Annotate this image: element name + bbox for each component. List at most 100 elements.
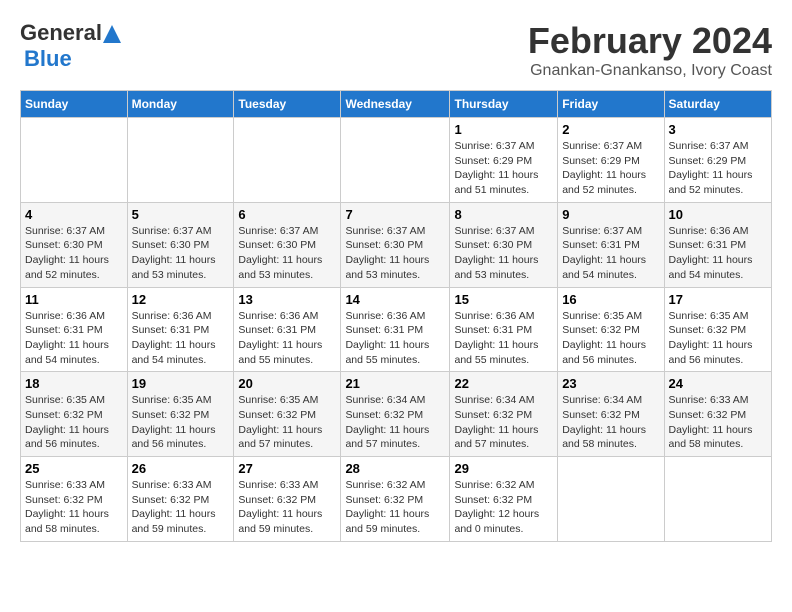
day-number: 29 xyxy=(454,461,553,476)
day-info: Sunrise: 6:35 AM Sunset: 6:32 PM Dayligh… xyxy=(238,393,336,452)
calendar-week-row: 25Sunrise: 6:33 AM Sunset: 6:32 PM Dayli… xyxy=(21,457,772,542)
calendar-cell: 6Sunrise: 6:37 AM Sunset: 6:30 PM Daylig… xyxy=(234,202,341,287)
weekday-header-cell: Thursday xyxy=(450,91,558,118)
calendar-cell: 9Sunrise: 6:37 AM Sunset: 6:31 PM Daylig… xyxy=(558,202,664,287)
day-info: Sunrise: 6:34 AM Sunset: 6:32 PM Dayligh… xyxy=(562,393,659,452)
calendar-cell: 21Sunrise: 6:34 AM Sunset: 6:32 PM Dayli… xyxy=(341,372,450,457)
day-info: Sunrise: 6:37 AM Sunset: 6:29 PM Dayligh… xyxy=(669,139,767,198)
day-number: 6 xyxy=(238,207,336,222)
calendar-cell: 19 Sunrise: 6:35 AM Sunset: 6:32 PM Dayli… xyxy=(127,372,234,457)
day-info: Sunrise: 6:37 AM Sunset: 6:30 PM Dayligh… xyxy=(132,224,230,283)
calendar-table: SundayMondayTuesdayWednesdayThursdayFrid… xyxy=(20,90,772,542)
logo: General Blue xyxy=(20,20,121,72)
day-info: Sunrise: 6:37 AM Sunset: 6:29 PM Dayligh… xyxy=(562,139,659,198)
weekday-header-cell: Sunday xyxy=(21,91,128,118)
calendar-cell: 25Sunrise: 6:33 AM Sunset: 6:32 PM Dayli… xyxy=(21,457,128,542)
day-info: Sunrise: 6:32 AM Sunset: 6:32 PM Dayligh… xyxy=(454,478,553,537)
day-number: 27 xyxy=(238,461,336,476)
day-info: Sunrise: 6:37 AM Sunset: 6:30 PM Dayligh… xyxy=(454,224,553,283)
day-info: Sunrise: 6:34 AM Sunset: 6:32 PM Dayligh… xyxy=(454,393,553,452)
day-info: Sunrise: 6:34 AM Sunset: 6:32 PM Dayligh… xyxy=(345,393,445,452)
calendar-cell: 17Sunrise: 6:35 AM Sunset: 6:32 PM Dayli… xyxy=(664,287,771,372)
day-info: Sunrise: 6:36 AM Sunset: 6:31 PM Dayligh… xyxy=(25,309,123,368)
day-info: Sunrise: 6:35 AM Sunset: 6:32 PM Dayligh… xyxy=(25,393,123,452)
day-info: Sunrise: 6:36 AM Sunset: 6:31 PM Dayligh… xyxy=(238,309,336,368)
title-area: February 2024 Gnankan-Gnankanso, Ivory C… xyxy=(528,20,772,80)
day-number: 18 xyxy=(25,376,123,391)
day-number: 1 xyxy=(454,122,553,137)
calendar-cell: 22 Sunrise: 6:34 AM Sunset: 6:32 PM Dayli… xyxy=(450,372,558,457)
day-number: 9 xyxy=(562,207,659,222)
day-info: Sunrise: 6:33 AM Sunset: 6:32 PM Dayligh… xyxy=(669,393,767,452)
day-number: 15 xyxy=(454,292,553,307)
calendar-cell: 14 Sunrise: 6:36 AM Sunset: 6:31 PM Dayli… xyxy=(341,287,450,372)
day-info: Sunrise: 6:35 AM Sunset: 6:32 PM Dayligh… xyxy=(562,309,659,368)
day-number: 5 xyxy=(132,207,230,222)
day-info: Sunrise: 6:36 AM Sunset: 6:31 PM Dayligh… xyxy=(669,224,767,283)
calendar-cell: 2 Sunrise: 6:37 AM Sunset: 6:29 PM Daylig… xyxy=(558,118,664,203)
calendar-body: 1 Sunrise: 6:37 AM Sunset: 6:29 PM Daylig… xyxy=(21,118,772,542)
day-number: 19 xyxy=(132,376,230,391)
day-info: Sunrise: 6:33 AM Sunset: 6:32 PM Dayligh… xyxy=(25,478,123,537)
day-info: Sunrise: 6:33 AM Sunset: 6:32 PM Dayligh… xyxy=(238,478,336,537)
calendar-cell: 28Sunrise: 6:32 AM Sunset: 6:32 PM Dayli… xyxy=(341,457,450,542)
calendar-cell: 24 Sunrise: 6:33 AM Sunset: 6:32 PM Dayli… xyxy=(664,372,771,457)
day-info: Sunrise: 6:35 AM Sunset: 6:32 PM Dayligh… xyxy=(132,393,230,452)
month-year: February 2024 xyxy=(528,20,772,62)
day-number: 13 xyxy=(238,292,336,307)
calendar-cell xyxy=(127,118,234,203)
day-number: 23 xyxy=(562,376,659,391)
day-number: 11 xyxy=(25,292,123,307)
logo-text: General xyxy=(20,20,121,46)
calendar-cell: 13 Sunrise: 6:36 AM Sunset: 6:31 PM Dayli… xyxy=(234,287,341,372)
day-number: 10 xyxy=(669,207,767,222)
day-number: 26 xyxy=(132,461,230,476)
calendar-week-row: 18 Sunrise: 6:35 AM Sunset: 6:32 PM Dayli… xyxy=(21,372,772,457)
calendar-cell: 10 Sunrise: 6:36 AM Sunset: 6:31 PM Dayli… xyxy=(664,202,771,287)
day-number: 2 xyxy=(562,122,659,137)
day-number: 17 xyxy=(669,292,767,307)
weekday-header-cell: Wednesday xyxy=(341,91,450,118)
calendar-cell: 29 Sunrise: 6:32 AM Sunset: 6:32 PM Dayli… xyxy=(450,457,558,542)
day-number: 24 xyxy=(669,376,767,391)
day-number: 8 xyxy=(454,207,553,222)
day-number: 7 xyxy=(345,207,445,222)
day-info: Sunrise: 6:36 AM Sunset: 6:31 PM Dayligh… xyxy=(345,309,445,368)
day-info: Sunrise: 6:36 AM Sunset: 6:31 PM Dayligh… xyxy=(132,309,230,368)
calendar-cell xyxy=(664,457,771,542)
calendar-week-row: 11 Sunrise: 6:36 AM Sunset: 6:31 PM Dayli… xyxy=(21,287,772,372)
calendar-cell: 11 Sunrise: 6:36 AM Sunset: 6:31 PM Dayli… xyxy=(21,287,128,372)
weekday-header-cell: Saturday xyxy=(664,91,771,118)
day-info: Sunrise: 6:36 AM Sunset: 6:31 PM Dayligh… xyxy=(454,309,553,368)
calendar-cell: 20 Sunrise: 6:35 AM Sunset: 6:32 PM Dayli… xyxy=(234,372,341,457)
calendar-cell xyxy=(234,118,341,203)
day-number: 12 xyxy=(132,292,230,307)
weekday-header-cell: Friday xyxy=(558,91,664,118)
calendar-cell: 3 Sunrise: 6:37 AM Sunset: 6:29 PM Daylig… xyxy=(664,118,771,203)
calendar-week-row: 1 Sunrise: 6:37 AM Sunset: 6:29 PM Daylig… xyxy=(21,118,772,203)
day-number: 3 xyxy=(669,122,767,137)
calendar-cell: 26 Sunrise: 6:33 AM Sunset: 6:32 PM Dayli… xyxy=(127,457,234,542)
calendar-cell xyxy=(21,118,128,203)
day-number: 14 xyxy=(345,292,445,307)
day-number: 28 xyxy=(345,461,445,476)
calendar-cell: 23 Sunrise: 6:34 AM Sunset: 6:32 PM Dayli… xyxy=(558,372,664,457)
header: General Blue February 2024 Gnankan-Gnank… xyxy=(20,20,772,80)
weekday-header-cell: Tuesday xyxy=(234,91,341,118)
weekday-header-row: SundayMondayTuesdayWednesdayThursdayFrid… xyxy=(21,91,772,118)
day-number: 16 xyxy=(562,292,659,307)
day-number: 20 xyxy=(238,376,336,391)
calendar-cell: 5 Sunrise: 6:37 AM Sunset: 6:30 PM Daylig… xyxy=(127,202,234,287)
calendar-cell: 15 Sunrise: 6:36 AM Sunset: 6:31 PM Dayli… xyxy=(450,287,558,372)
calendar-cell: 12 Sunrise: 6:36 AM Sunset: 6:31 PM Dayli… xyxy=(127,287,234,372)
day-info: Sunrise: 6:37 AM Sunset: 6:29 PM Dayligh… xyxy=(454,139,553,198)
day-info: Sunrise: 6:33 AM Sunset: 6:32 PM Dayligh… xyxy=(132,478,230,537)
day-number: 4 xyxy=(25,207,123,222)
day-number: 22 xyxy=(454,376,553,391)
calendar-cell: 18 Sunrise: 6:35 AM Sunset: 6:32 PM Dayli… xyxy=(21,372,128,457)
logo-icon xyxy=(103,25,121,43)
calendar-cell: 1 Sunrise: 6:37 AM Sunset: 6:29 PM Daylig… xyxy=(450,118,558,203)
calendar-cell: 8 Sunrise: 6:37 AM Sunset: 6:30 PM Daylig… xyxy=(450,202,558,287)
calendar-cell: 16 Sunrise: 6:35 AM Sunset: 6:32 PM Dayli… xyxy=(558,287,664,372)
calendar-cell: 7Sunrise: 6:37 AM Sunset: 6:30 PM Daylig… xyxy=(341,202,450,287)
